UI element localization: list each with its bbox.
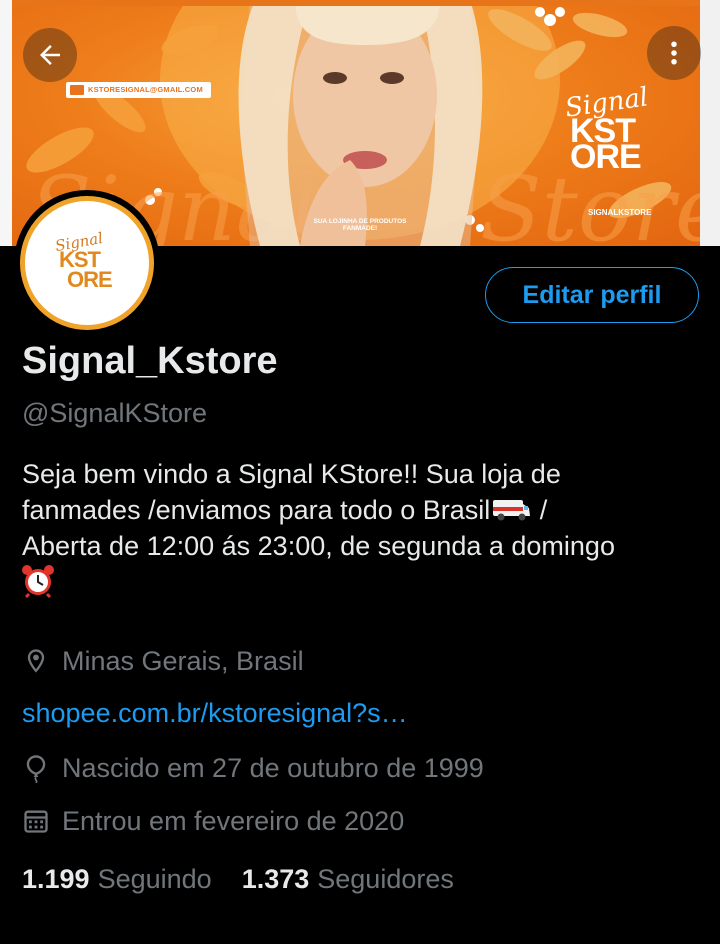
followers-stat[interactable]: 1.373 Seguidores [242,864,454,895]
edit-profile-button[interactable]: Editar perfil [485,267,699,323]
bio-line-2-text: fanmades /enviamos para todo o Brasil [22,495,491,525]
bio-line-1: Seja bem vindo a Signal KStore!! Sua loj… [22,459,561,489]
avatar-ore: ORE [67,267,113,292]
banner-tagline: SUA LOJINHA DE PRODUTOS FANMADE! [313,218,407,232]
bio-line-2-end: / [532,495,548,525]
avatar-logo: Signal KST ORE [20,196,154,330]
bio-line-2: fanmades /enviamos para todo o Brasil / [22,492,702,528]
banner-left-edge [0,0,12,246]
following-stat[interactable]: 1.199 Seguindo [22,864,212,895]
banner-brand-ore: ORE [570,138,642,176]
followers-count: 1.373 [241,864,310,894]
profile-location: Minas Gerais, Brasil [22,643,304,679]
delivery-truck-icon [493,500,531,521]
profile-website-link[interactable]: shopee.com.br/kstoresignal?s… [22,698,408,729]
banner-email-text: KSTORESIGNAL@GMAIL.COM [88,85,203,94]
more-vertical-icon [671,41,677,65]
profile-stats: 1.199 Seguindo 1.373 Seguidores [22,864,454,895]
profile-bio: Seja bem vindo a Signal KStore!! Sua loj… [22,456,702,601]
profile-avatar[interactable]: Signal KST ORE [14,190,160,336]
banner-brand-handle: SIGNALKSTORE [588,208,652,217]
arrow-left-icon [40,45,60,65]
banner-top-border [0,0,720,6]
following-count: 1.199 [22,864,90,894]
mail-icon [70,85,84,95]
profile-handle: @SignalKStore [22,398,208,428]
alarm-clock-icon [22,565,54,598]
profile-joined: Entrou em fevereiro de 2020 [22,803,404,839]
calendar-icon [24,810,48,833]
followers-label: Seguidores [317,864,454,894]
balloon-icon [26,755,46,783]
profile-name: Signal_Kstore [22,340,278,382]
banner-right-edge [700,0,720,246]
bio-line-3: Aberta de 12:00 ás 23:00, de segunda a d… [22,531,615,561]
location-pin-icon [27,649,45,673]
joined-text: Entrou em fevereiro de 2020 [62,805,405,836]
back-button[interactable] [23,28,77,82]
bio-line-4 [22,564,702,601]
birthday-text: Nascido em 27 de outubro de 1999 [62,752,484,783]
profile-birthday: Nascido em 27 de outubro de 1999 [22,750,484,786]
banner-email-tag: KSTORESIGNAL@GMAIL.COM [66,82,211,98]
location-text: Minas Gerais, Brasil [62,645,304,676]
more-options-button[interactable] [647,26,701,80]
following-label: Seguindo [97,864,212,894]
